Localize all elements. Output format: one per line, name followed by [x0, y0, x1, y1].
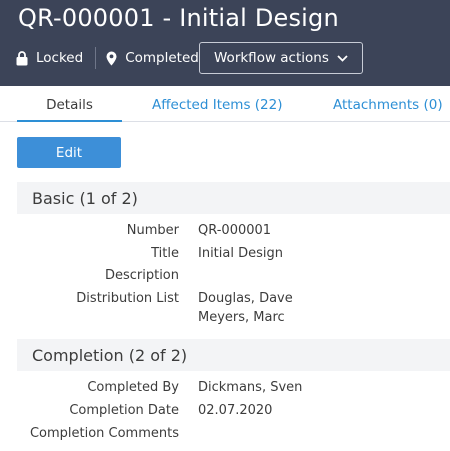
field-label-title: Title: [151, 246, 179, 261]
workflow-actions-label: Workflow actions: [214, 50, 329, 66]
record-header: QR-000001 - Initial Design Locked Comple…: [0, 0, 450, 86]
field-label-completion-comments: Completion Comments: [29, 426, 179, 441]
field-label-completed-by: Completed By: [87, 380, 179, 395]
field-value-number: QR-000001: [198, 223, 272, 238]
lock-label: Locked: [36, 50, 84, 66]
tab-affected-items[interactable]: Affected Items (22): [152, 97, 283, 113]
status-label: Completed: [125, 50, 199, 66]
lock-icon: [16, 50, 28, 65]
tab-bar: Details Affected Items (22) Attachments …: [0, 86, 450, 122]
status-divider: [95, 47, 97, 69]
workflow-actions-button[interactable]: Workflow actions: [199, 42, 363, 74]
field-label-description: Description: [104, 268, 179, 283]
section-completion-header[interactable]: Completion (2 of 2): [17, 339, 450, 371]
field-label-completion-date: Completion Date: [69, 403, 179, 418]
field-value-distribution-1: Douglas, Dave: [198, 291, 293, 306]
workflow-status: Completed: [106, 50, 199, 66]
tab-details[interactable]: Details: [17, 97, 122, 113]
status-row: Locked Completed: [16, 42, 199, 74]
field-value-completed-by: Dickmans, Sven: [198, 380, 303, 395]
edit-button[interactable]: Edit: [17, 137, 121, 168]
location-pin-icon: [106, 51, 117, 65]
field-value-distribution-2: Meyers, Marc: [198, 310, 285, 325]
lock-status: Locked: [16, 50, 83, 66]
field-value-title: Initial Design: [198, 246, 283, 261]
chevron-down-icon: [337, 54, 348, 62]
tab-attachments[interactable]: Attachments (0): [333, 97, 443, 113]
active-tab-indicator: [17, 120, 122, 122]
field-label-number: Number: [126, 223, 179, 238]
page-title: QR-000001 - Initial Design: [18, 4, 339, 32]
section-basic-header[interactable]: Basic (1 of 2): [17, 182, 450, 214]
field-value-completion-date: 02.07.2020: [198, 403, 273, 418]
field-label-distribution-list: Distribution List: [76, 291, 179, 306]
